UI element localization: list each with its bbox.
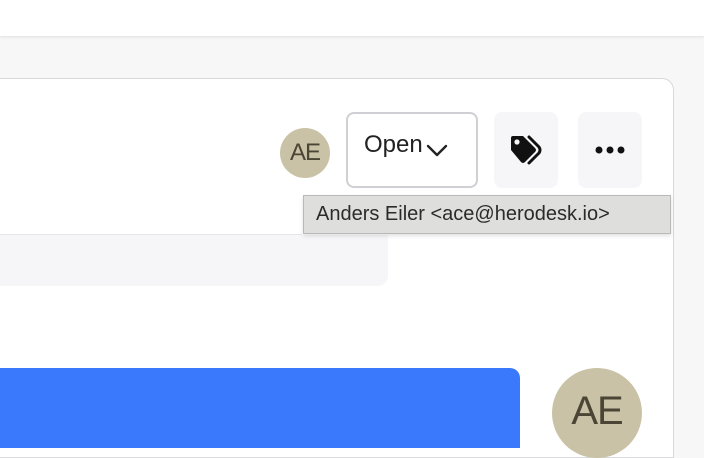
message-author-avatar[interactable]: AE — [552, 368, 642, 458]
assignee-tooltip-text: Anders Eiler <ace@herodesk.io> — [316, 203, 610, 225]
tags-icon — [511, 135, 542, 165]
status-select-value: Open — [364, 131, 423, 158]
chevron-down-icon — [426, 144, 448, 157]
conversation-subject-area — [0, 235, 388, 286]
more-horizontal-icon — [595, 146, 625, 154]
assignee-avatar-initials: AE — [289, 139, 321, 166]
message-bubble — [0, 368, 520, 448]
status-select[interactable]: Open — [346, 112, 478, 188]
tags-button[interactable] — [494, 112, 558, 188]
assignee-avatar[interactable]: AE — [280, 128, 330, 178]
top-navigation-bar — [0, 0, 704, 36]
assignee-tooltip: Anders Eiler <ace@herodesk.io> — [303, 195, 671, 234]
more-options-button[interactable] — [578, 112, 642, 188]
message-author-initials: AE — [571, 388, 623, 433]
